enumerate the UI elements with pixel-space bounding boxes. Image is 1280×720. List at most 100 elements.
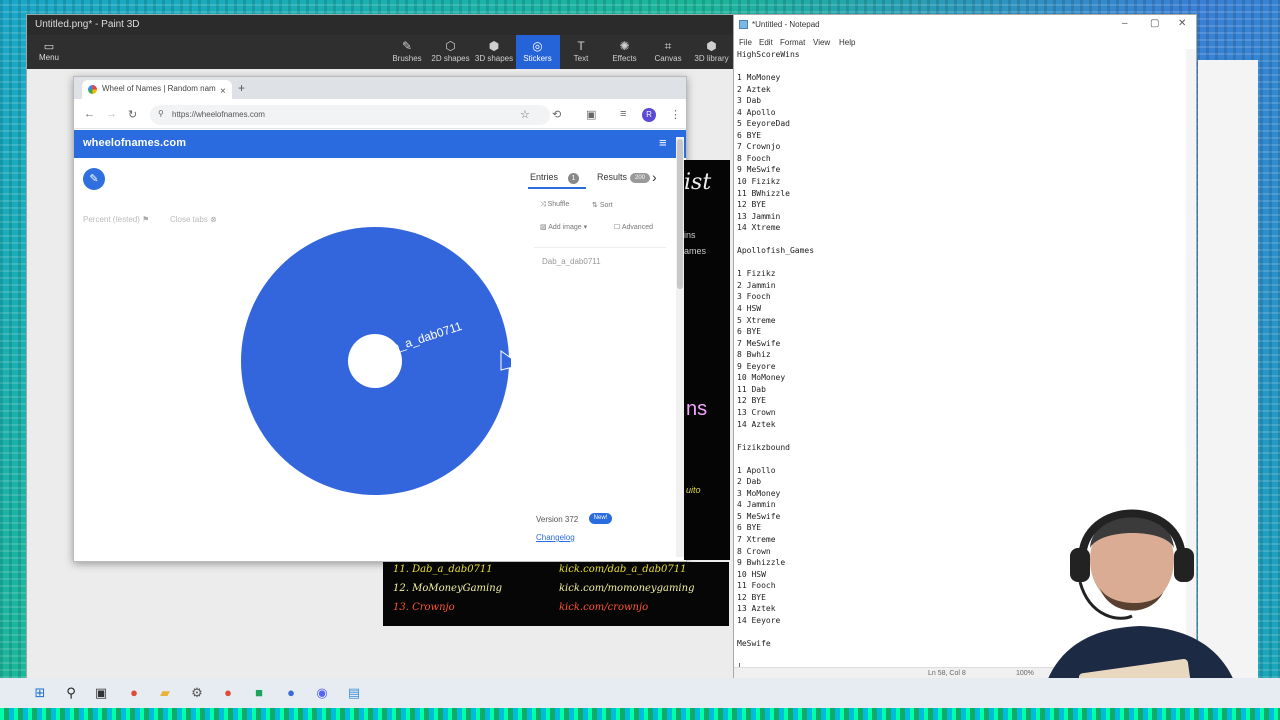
bookmark-star-icon[interactable]: ☆ xyxy=(520,108,530,121)
menu-help[interactable]: Help xyxy=(839,38,855,47)
stickers-icon: ◎ xyxy=(532,39,543,53)
advanced-checkbox[interactable]: ☐ Advanced xyxy=(614,223,653,231)
tool-3d-library[interactable]: ⬢ 3D library xyxy=(690,35,734,69)
webcam-figure-svg xyxy=(1040,509,1242,706)
back-icon[interactable]: ← xyxy=(84,108,95,120)
checkbox-icon: ☐ xyxy=(614,224,621,231)
notepad-line xyxy=(737,430,1177,442)
notepad-line: 9 Eeyore xyxy=(737,361,776,371)
maximize-icon[interactable]: ▢ xyxy=(1150,18,1159,29)
address-bar[interactable]: ⚲ https://wheelofnames.com xyxy=(150,105,550,125)
name-wheel[interactable]: Dab_a_dab0711 xyxy=(239,225,523,497)
status-position: Ln 58, Col 8 xyxy=(928,670,966,677)
tool-2d-shapes[interactable]: ⬡ 2D shapes xyxy=(429,35,473,69)
site-title[interactable]: wheelofnames.com xyxy=(83,137,186,149)
add-image-button[interactable]: ▨ Add image ▾ xyxy=(540,223,587,231)
paint3d-menu-button[interactable]: ▭ Menu xyxy=(33,37,65,67)
tool-label: 2D shapes xyxy=(431,54,470,63)
app-icon-green[interactable]: ■ xyxy=(250,684,268,702)
menu-format[interactable]: Format xyxy=(780,38,805,47)
notepad-line xyxy=(737,453,1177,465)
close-icon[interactable]: ✕ xyxy=(1178,18,1186,29)
image-icon: ▨ xyxy=(540,224,547,231)
notepad-line: 3 Fooch xyxy=(737,292,771,302)
sort-label: Sort xyxy=(599,202,613,209)
close-tabs-link[interactable]: Close tabs ⊗ xyxy=(170,215,217,224)
changelog-link[interactable]: Changelog xyxy=(536,533,575,542)
notepad-line: Apollofish_Games xyxy=(737,246,815,256)
chrome-icon-2[interactable]: ● xyxy=(219,684,237,702)
tool-3d-shapes[interactable]: ⬢ 3D shapes xyxy=(472,35,516,69)
notepad-line: 6 BYE xyxy=(737,130,762,140)
notepad-titlebar: *Untitled - Notepad – ▢ ✕ xyxy=(734,15,1196,35)
overlay-name: 13. Crownjo xyxy=(393,602,455,613)
wheel-favicon-icon xyxy=(88,85,97,94)
shuffle-label: Shuffle xyxy=(547,201,570,208)
entries-count-badge: 1 xyxy=(568,173,579,184)
forward-icon[interactable]: → xyxy=(106,108,117,120)
app-icon-blue[interactable]: ● xyxy=(282,684,300,702)
new-tab-icon[interactable]: + xyxy=(238,81,245,95)
notepad-line: 2 Dab xyxy=(737,477,762,487)
notepad-line: 5 EeyoreDad xyxy=(737,119,790,129)
webcam-person xyxy=(1020,498,1260,706)
file-explorer-icon[interactable]: ▰ xyxy=(156,684,174,702)
more-menu-icon[interactable]: ⋮ xyxy=(670,108,681,121)
hamburger-menu-icon[interactable]: ≡ xyxy=(659,135,667,150)
3d-library-icon: ⬢ xyxy=(706,39,717,53)
tool-text[interactable]: T Text xyxy=(559,35,603,69)
wheel-svg[interactable]: Dab_a_dab0711 xyxy=(239,225,523,497)
percent-link[interactable]: Percent (tested) ⚑ xyxy=(83,215,149,224)
menu-view[interactable]: View xyxy=(813,38,830,47)
browser-tab-strip: Wheel of Names | Random nam × + xyxy=(74,77,686,99)
menu-edit[interactable]: Edit xyxy=(759,38,773,47)
chevron-right-icon[interactable]: › xyxy=(652,169,657,185)
paint3d-title: Untitled.png* - Paint 3D xyxy=(27,15,739,35)
overlay-side-word: ames xyxy=(684,246,707,256)
menu-file[interactable]: File xyxy=(739,38,752,47)
start-icon[interactable]: ⊞ xyxy=(31,684,49,702)
notepad-line: 8 Fooch xyxy=(737,153,771,163)
notepad-line: 5 Xtreme xyxy=(737,315,776,325)
reload-icon[interactable]: ↻ xyxy=(128,108,137,121)
notepad-title: *Untitled - Notepad xyxy=(752,20,820,29)
tool-label: Text xyxy=(573,54,589,63)
extension-icon[interactable]: ⟲ xyxy=(552,108,561,121)
sort-button[interactable]: ⇅ Sort xyxy=(592,201,613,209)
overlay-side-word: ist xyxy=(684,170,712,195)
tool-label: Stickers xyxy=(523,54,552,63)
close-circle-icon: ⊗ xyxy=(210,215,217,224)
chrome-icon[interactable]: ● xyxy=(125,684,143,702)
browser-scrollbar-thumb[interactable] xyxy=(677,139,683,289)
discord-icon[interactable]: ◉ xyxy=(313,684,331,702)
task-view-icon[interactable]: ▣ xyxy=(92,684,110,702)
search-icon[interactable]: ⚲ xyxy=(62,684,80,702)
cast-icon[interactable]: ▣ xyxy=(586,108,596,121)
notepad-line: 14 Aztek xyxy=(737,419,776,429)
tab-entries[interactable]: Entries xyxy=(530,172,558,182)
edit-pencil-button[interactable]: ✎ xyxy=(83,168,105,190)
notepad-icon[interactable]: ▤ xyxy=(345,684,363,702)
notepad-line: 4 HSW xyxy=(737,304,762,314)
entries-textarea[interactable]: Dab_a_dab0711 xyxy=(534,247,666,552)
site-info-icon[interactable]: ⚲ xyxy=(158,109,164,118)
notepad-line xyxy=(737,234,1177,246)
windows-taskbar: ⊞ ⚲ ▣ ● ▰ ⚙ ● ■ ● ◉ ▤ xyxy=(0,678,1280,708)
notepad-menubar: File Edit Format View Help xyxy=(734,36,1196,49)
profile-avatar[interactable]: R xyxy=(642,108,656,122)
browser-window: Wheel of Names | Random nam × + ← → ↻ ⚲ … xyxy=(73,76,687,562)
menu-label: Menu xyxy=(38,53,59,62)
paint3d-toolbar: ▭ Menu ✎ Brushes ⬡ 2D shapes ⬢ 3D shapes ◎ Stic… xyxy=(27,35,739,69)
notepad-line: 1 MoMoney xyxy=(737,73,781,83)
shuffle-button[interactable]: ⤨ Shuffle xyxy=(540,201,569,209)
tool-brushes[interactable]: ✎ Brushes xyxy=(385,35,429,69)
tool-effects[interactable]: ✺ Effects xyxy=(603,35,647,69)
minimize-icon[interactable]: – xyxy=(1122,18,1128,29)
settings-icon[interactable]: ⚙ xyxy=(188,684,206,702)
tool-canvas[interactable]: ⌗ Canvas xyxy=(646,35,690,69)
reading-list-icon[interactable]: ≡ xyxy=(620,108,626,120)
browser-tab[interactable]: Wheel of Names | Random nam × xyxy=(82,80,232,99)
close-tab-icon[interactable]: × xyxy=(220,86,226,97)
tool-stickers[interactable]: ◎ Stickers xyxy=(515,35,560,69)
tab-results[interactable]: Results xyxy=(597,172,627,182)
